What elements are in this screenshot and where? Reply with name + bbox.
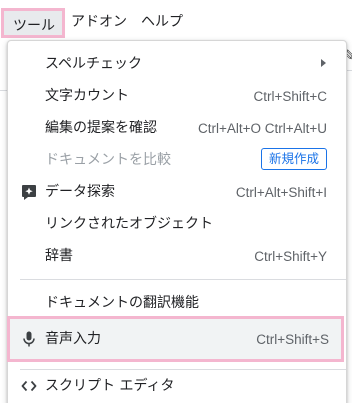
menu-item-shortcut: Ctrl+Alt+Shift+I [235,185,327,200]
menu-item-label: データ探索 [45,184,115,200]
menu-item-word-count[interactable]: 文字カウント Ctrl+Shift+C [8,81,346,111]
menu-tools[interactable]: ツール [1,8,65,38]
menu-addons[interactable]: アドオン [71,11,127,33]
menu-item-linked-objects[interactable]: リンクされたオブジェクト [8,209,346,239]
menu-item-explore[interactable]: データ探索 Ctrl+Alt+Shift+I [8,177,346,207]
menu-item-shortcut: Ctrl+Shift+C [253,89,327,104]
new-badge: 新規作成 [260,148,327,170]
tools-dropdown: スペルチェック 文字カウント Ctrl+Shift+C 編集の提案を確認 Ctr… [7,40,347,403]
menu-separator [20,279,346,280]
menu-item-label: 文字カウント [45,88,129,104]
microphone-icon [20,330,38,348]
menu-help[interactable]: ヘルプ [141,11,183,33]
menu-item-label: スペルチェック [45,56,143,72]
menu-item-shortcut: Ctrl+Shift+Y [254,249,327,264]
menu-item-label: 音声入力 [45,331,101,347]
menu-item-label: スクリプト エディタ [45,378,175,394]
menu-item-voice-typing[interactable]: 音声入力 Ctrl+Shift+S [7,316,344,362]
menu-item-shortcut: Ctrl+Shift+S [256,332,329,347]
menu-item-review-suggestions[interactable]: 編集の提案を確認 Ctrl+Alt+O Ctrl+Alt+U [8,113,346,143]
menu-item-label: 編集の提案を確認 [45,120,157,136]
menu-item-label: リンクされたオブジェクト [45,216,213,232]
menu-item-shortcut: Ctrl+Alt+O Ctrl+Alt+U [197,121,327,136]
menu-item-label: 辞書 [45,248,73,264]
menu-item-translate-document[interactable]: ドキュメントの翻訳機能 [8,288,346,318]
menu-item-spelling[interactable]: スペルチェック [8,49,346,79]
menu-item-label: ドキュメントを比較 [45,152,171,168]
menu-bar: ツール アドオン ヘルプ [0,0,352,40]
code-brackets-icon [20,377,38,395]
menu-item-script-editor[interactable]: スクリプト エディタ [8,371,346,401]
menu-item-compare-documents: ドキュメントを比較 新規作成 [8,145,346,175]
docs-tools-menu-screenshot: ツール アドオン ヘルプ ✎ スペルチェック 文字カウント Ctrl+Shift… [0,0,352,403]
submenu-arrow-icon [321,59,326,67]
menu-item-label: ドキュメントの翻訳機能 [45,295,199,311]
menu-item-dictionary[interactable]: 辞書 Ctrl+Shift+Y [8,241,346,271]
explore-plus-icon [20,183,38,201]
menu-separator [20,369,346,370]
